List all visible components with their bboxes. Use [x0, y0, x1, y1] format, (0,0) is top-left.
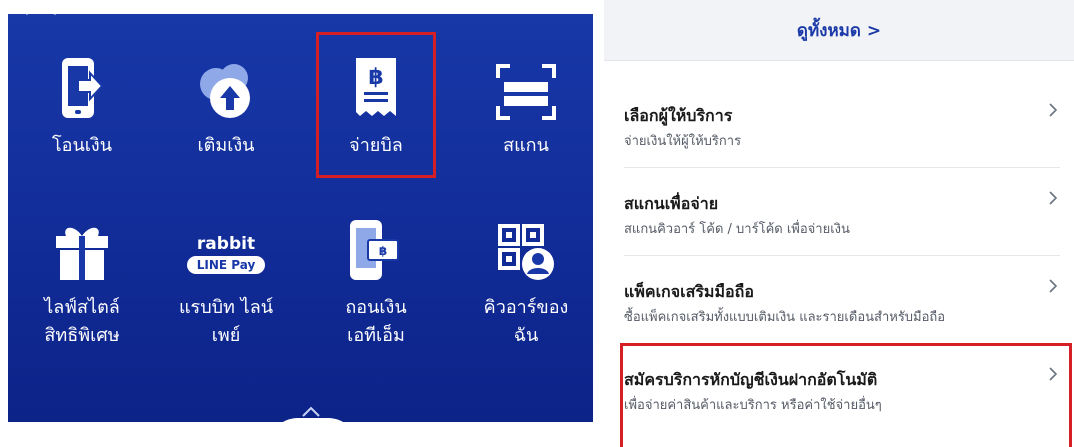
chevron-right-icon	[1048, 190, 1058, 210]
option-title: สแกนเพื่อจ่าย	[624, 194, 719, 213]
my-qr-icon	[466, 214, 586, 284]
topup-upload-icon	[166, 52, 286, 122]
quick-menu-panel: โอนเงิน เติมเงิน ฿ จ่ายบิล สแกน ไลฟ์สไตล…	[8, 14, 593, 422]
transfer-phone-icon	[22, 52, 142, 122]
tile-transfer-label: โอนเงิน	[51, 135, 113, 156]
option-select-provider[interactable]: เลือกผู้ให้บริการ จ่ายเงินให้ผู้ให้บริกา…	[604, 80, 1074, 168]
chevron-right-icon	[1048, 102, 1058, 122]
tile-scan[interactable]: สแกน	[466, 52, 586, 160]
see-all-label: ดูทั้งหมด >	[796, 20, 882, 41]
tile-my-qr-label: คิวอาร์ของ ฉัน	[483, 297, 569, 346]
option-title: แพ็คเกจเสริมมือถือ	[624, 282, 754, 301]
see-all-link[interactable]: ดูทั้งหมด >	[604, 0, 1074, 61]
highlight-box-billpay	[316, 32, 436, 178]
tile-atm-withdraw[interactable]: ฿ ถอนเงิน เอทีเอ็ม	[316, 214, 436, 350]
option-mobile-package[interactable]: แพ็คเกจเสริมมือถือ ซื้อแพ็คเกจเสริมทั้งแ…	[604, 256, 1074, 344]
tile-rabbit-linepay[interactable]: rabbit LINE Pay แรบบิท ไลน์ เพย์	[166, 214, 286, 350]
tile-atm-withdraw-label: ถอนเงิน เอทีเอ็ม	[345, 297, 407, 346]
svg-text:฿: ฿	[379, 244, 387, 258]
rabbit-linepay-logo: rabbit LINE Pay	[166, 214, 286, 284]
option-subtitle: ซื้อแพ็คเกจเสริมทั้งแบบเติมเงิน และรายเด…	[624, 310, 946, 325]
scan-frame-icon	[466, 52, 586, 122]
tile-transfer[interactable]: โอนเงิน	[22, 52, 142, 160]
gift-icon	[22, 214, 142, 284]
tile-lifestyle[interactable]: ไลฟ์สไตล์ สิทธิพิเศษ	[22, 214, 142, 350]
atm-withdraw-icon: ฿	[316, 214, 436, 284]
rabbit-logo-text: rabbit	[196, 234, 256, 254]
option-subtitle: สแกนคิวอาร์ โค้ด / บาร์โค้ด เพื่อจ่ายเงิ…	[624, 222, 850, 237]
tile-topup-label: เติมเงิน	[197, 135, 255, 156]
tile-scan-label: สแกน	[503, 135, 549, 156]
highlight-box-auto-debit	[620, 343, 1072, 447]
tile-topup[interactable]: เติมเงิน	[166, 52, 286, 160]
tile-my-qr[interactable]: คิวอาร์ของ ฉัน	[466, 214, 586, 350]
left-bottom-area	[8, 422, 593, 447]
tile-rabbit-linepay-label: แรบบิท ไลน์ เพย์	[178, 297, 274, 346]
chevron-right-icon	[1048, 278, 1058, 298]
option-scan-to-pay[interactable]: สแกนเพื่อจ่าย สแกนคิวอาร์ โค้ด / บาร์โค้…	[604, 168, 1074, 256]
linepay-logo-text: LINE Pay	[186, 256, 266, 274]
option-title: เลือกผู้ให้บริการ	[624, 106, 733, 125]
option-subtitle: จ่ายเงินให้ผู้ให้บริการ	[624, 134, 742, 149]
tile-lifestyle-label: ไลฟ์สไตล์ สิทธิพิเศษ	[44, 297, 120, 346]
